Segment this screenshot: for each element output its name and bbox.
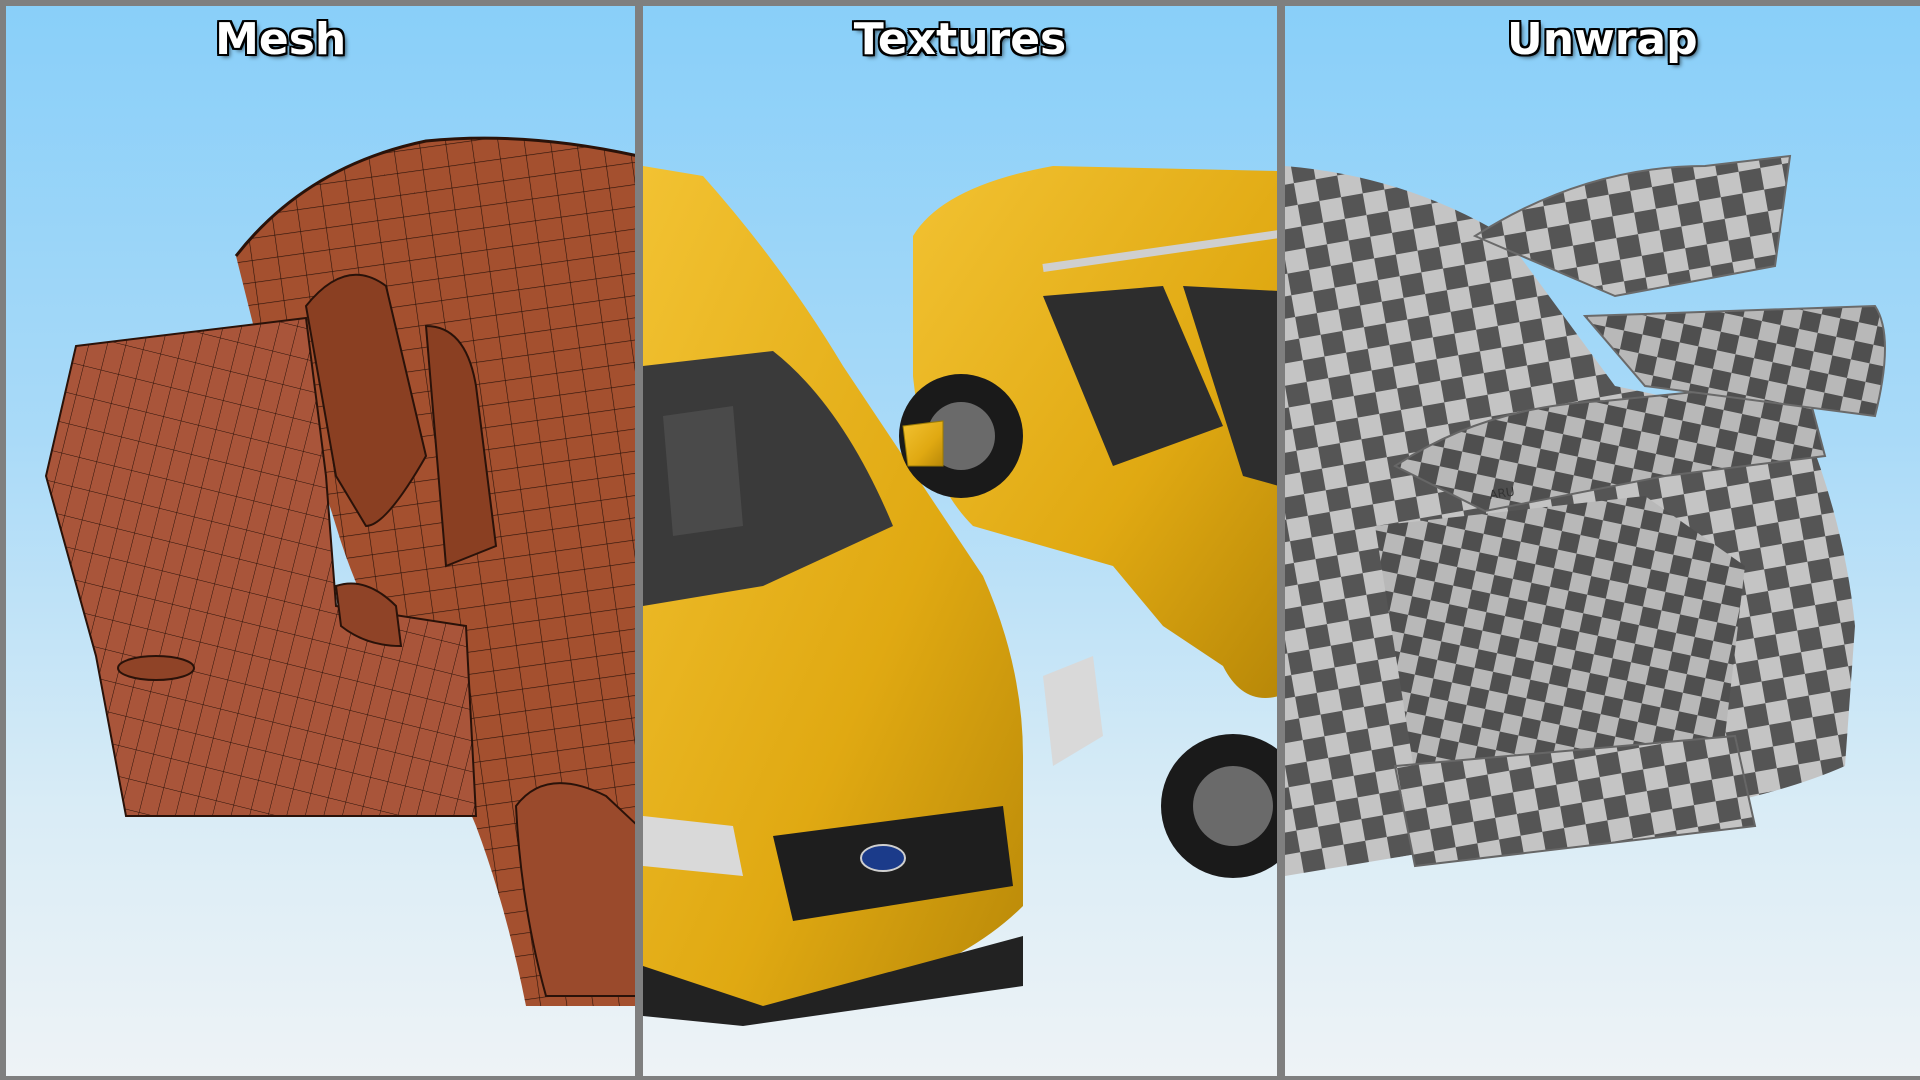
mesh-car-illustration — [44, 136, 636, 1006]
comparison-frame: Mesh Textures Unwrap ARU — [0, 0, 1920, 1080]
unwrap-car-illustration: ARU — [1284, 154, 1886, 876]
textures-panel: Textures — [643, 6, 1277, 1076]
mesh-panel: Mesh — [6, 6, 636, 1076]
unwrap-title: Unwrap — [1507, 14, 1698, 65]
textures-title: Textures — [853, 14, 1067, 65]
mesh-title: Mesh — [215, 14, 347, 65]
textured-car-illustration — [643, 166, 1277, 1026]
unwrap-panel: Unwrap ARU — [1284, 6, 1920, 1076]
